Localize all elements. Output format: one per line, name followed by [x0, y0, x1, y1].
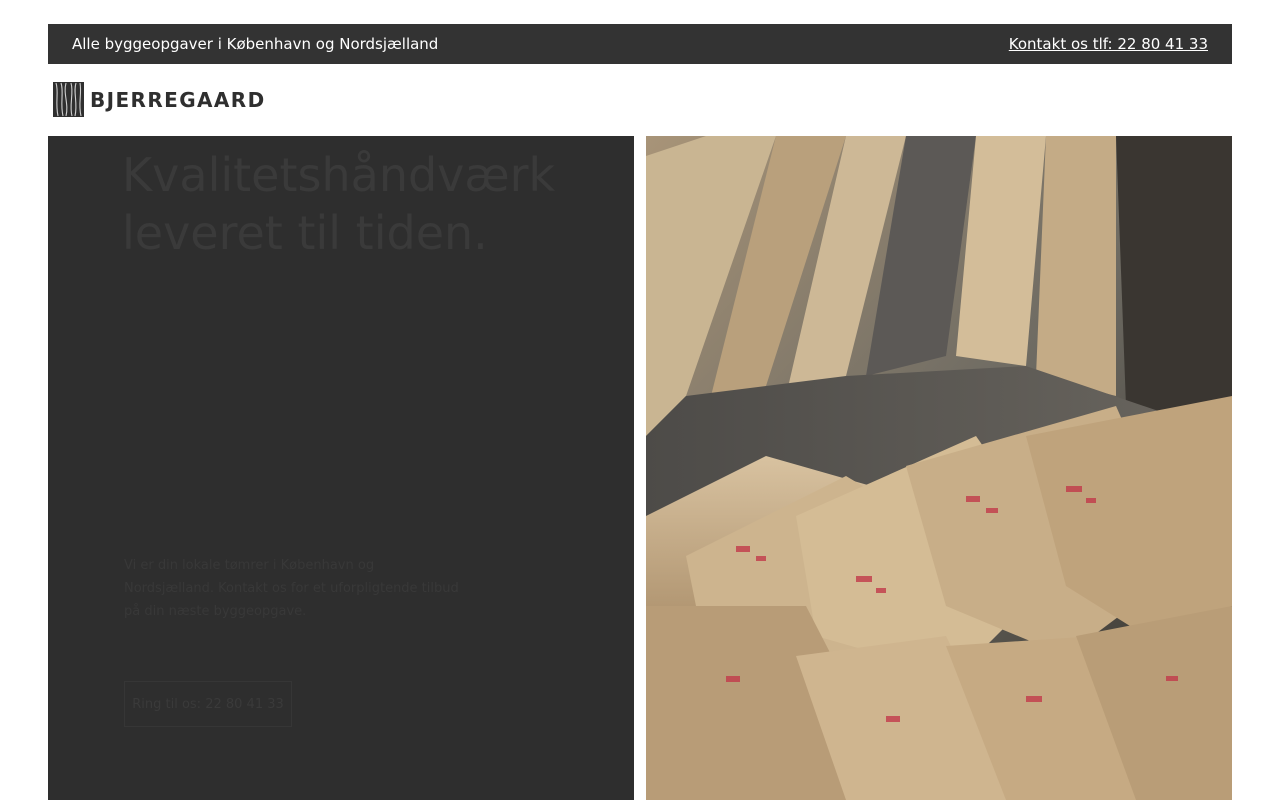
wood-planks-image — [646, 136, 1232, 800]
top-bar: Alle byggeopgaver i København og Nordsjæ… — [48, 24, 1232, 64]
hero-panel: Kvalitetshåndværk leveret til tiden. Vi … — [48, 136, 634, 800]
hero-image-wood-planks — [646, 136, 1232, 800]
logo-text: BJERREGAARD — [90, 87, 266, 112]
tagline: Alle byggeopgaver i København og Nordsjæ… — [72, 35, 439, 53]
hero-description: Vi er din lokale tømrer i København og N… — [124, 558, 459, 619]
call-button[interactable]: Ring til os: 22 80 41 33 — [124, 681, 292, 727]
site-logo[interactable]: BJERREGAARD — [53, 82, 266, 117]
contact-phone-link[interactable]: Kontakt os tlf: 22 80 41 33 — [1009, 35, 1208, 53]
wood-grain-logo-icon — [53, 82, 84, 117]
hero-title: Kvalitetshåndværk leveret til tiden. — [122, 148, 556, 260]
